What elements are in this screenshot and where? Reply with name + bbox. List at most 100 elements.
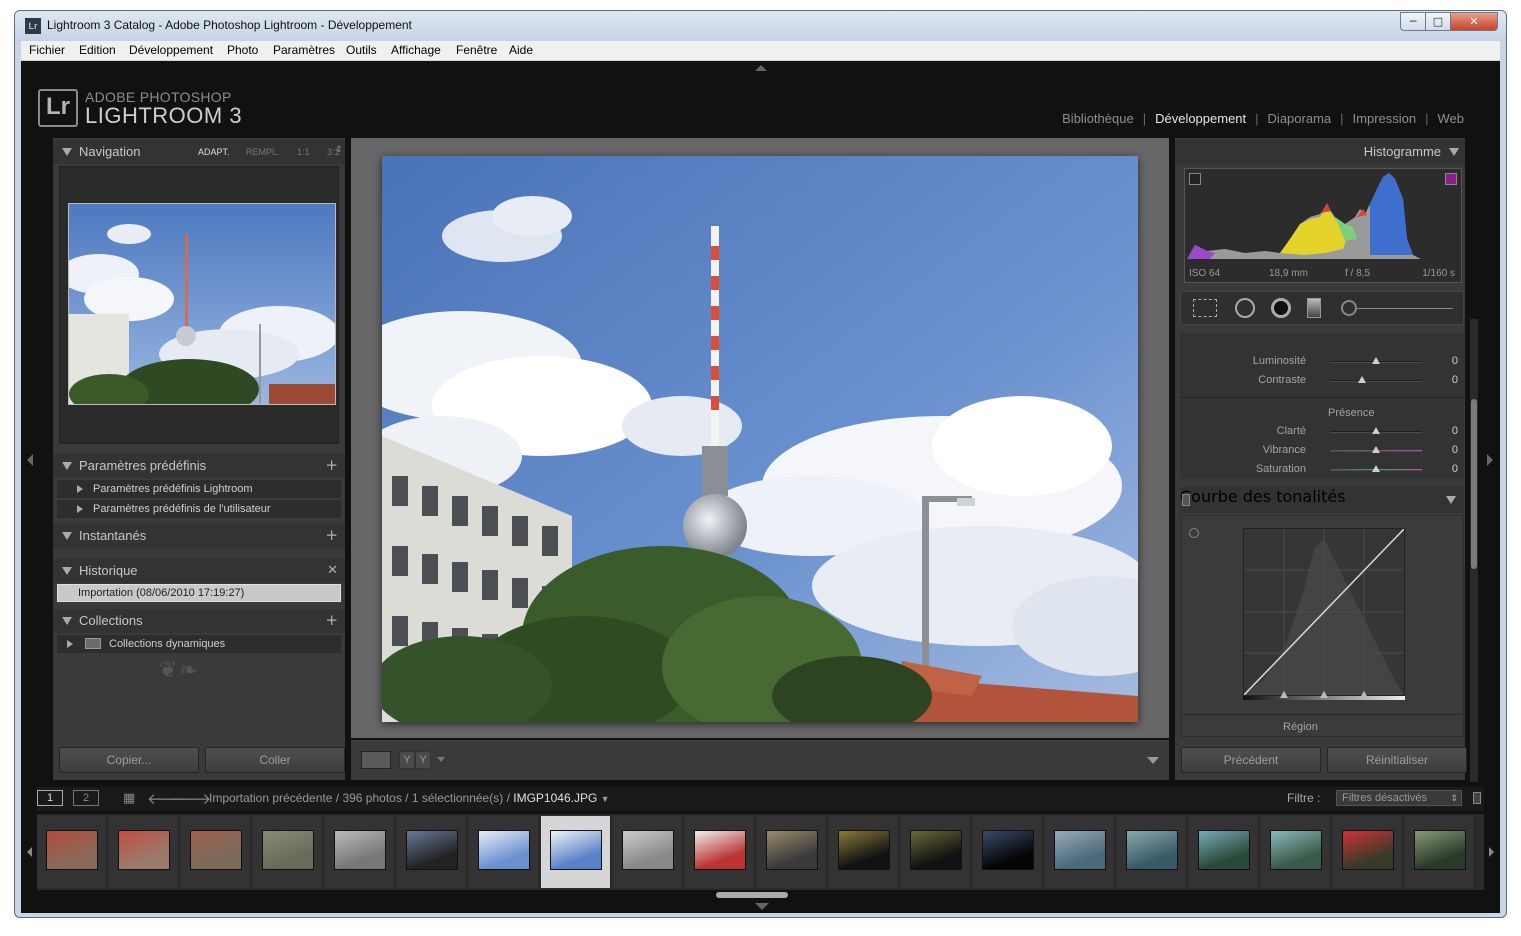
filmstrip-thumbnail[interactable]: [1333, 816, 1403, 888]
target-adjust-icon[interactable]: [1189, 528, 1199, 538]
filmstrip-thumbnail[interactable]: [613, 816, 683, 888]
collapse-triangle-icon[interactable]: [62, 462, 72, 470]
split-midtones-handle-icon[interactable]: [1320, 691, 1328, 698]
bottom-panel-toggle-icon[interactable]: [755, 903, 769, 910]
chevron-down-icon[interactable]: ▼: [601, 794, 610, 804]
menu-parametres[interactable]: Paramètres: [273, 43, 335, 57]
grid-view-icon[interactable]: ▦: [123, 791, 135, 806]
collapse-triangle-icon[interactable]: [62, 148, 72, 156]
expand-triangle-icon[interactable]: [77, 485, 83, 493]
slider-saturation[interactable]: Saturation 0: [1180, 462, 1464, 478]
adjustment-brush-icon[interactable]: [1341, 300, 1357, 316]
right-panel-toggle-icon[interactable]: [1487, 454, 1493, 466]
add-preset-icon[interactable]: +: [325, 456, 338, 474]
filmstrip-thumbnail[interactable]: [181, 816, 251, 888]
loupe-view-button[interactable]: [361, 751, 391, 769]
snapshots-header[interactable]: Instantanés +: [53, 524, 345, 548]
filmstrip-thumbnail[interactable]: [469, 816, 539, 888]
chevron-down-icon[interactable]: [437, 757, 445, 762]
filmstrip-thumbnail[interactable]: [325, 816, 395, 888]
collapse-triangle-icon[interactable]: [62, 617, 72, 625]
crop-tool-icon[interactable]: [1193, 299, 1217, 317]
forward-arrow-icon[interactable]: 🡒: [171, 789, 211, 808]
slider-vibrance[interactable]: Vibrance 0: [1180, 443, 1464, 459]
spot-removal-icon[interactable]: [1235, 298, 1255, 318]
zoom-stepper-icon[interactable]: ⇕: [335, 145, 343, 155]
filmstrip-thumbnail[interactable]: [829, 816, 899, 888]
filter-lock-icon[interactable]: [1473, 792, 1481, 804]
collapse-triangle-icon[interactable]: [62, 567, 72, 575]
minimize-button[interactable]: ─: [1400, 12, 1426, 31]
expand-triangle-icon[interactable]: [67, 640, 73, 648]
collapse-triangle-icon[interactable]: [62, 532, 72, 540]
highlight-clipping-icon[interactable]: [1445, 173, 1457, 185]
expand-triangle-icon[interactable]: [77, 505, 83, 513]
module-impression[interactable]: Impression: [1353, 111, 1417, 126]
filmstrip-thumbnail[interactable]: [37, 816, 107, 888]
slider-track[interactable]: [1330, 380, 1422, 382]
menu-aide[interactable]: Aide: [509, 43, 533, 57]
module-web[interactable]: Web: [1438, 111, 1465, 126]
filmstrip-thumbnail[interactable]: [1405, 816, 1475, 888]
menu-affichage[interactable]: Affichage: [391, 43, 441, 57]
slider-thumb[interactable]: [1372, 357, 1380, 364]
navigator-preview[interactable]: [68, 203, 336, 405]
navigation-header[interactable]: Navigation ADAPT. REMPL. 1:1 3:1 ⇕: [53, 140, 345, 164]
reset-button[interactable]: Réinitialiser: [1327, 747, 1467, 773]
filmstrip-thumbnail[interactable]: [901, 816, 971, 888]
filmstrip-source-path[interactable]: Importation précédente / 396 photos / 1 …: [209, 791, 610, 805]
split-highlights-handle-icon[interactable]: [1360, 691, 1368, 698]
menu-photo[interactable]: Photo: [227, 43, 258, 57]
add-snapshot-icon[interactable]: +: [325, 526, 338, 544]
module-diaporama[interactable]: Diaporama: [1268, 111, 1332, 126]
add-collection-icon[interactable]: +: [325, 611, 338, 629]
zoom-fill[interactable]: REMPL.: [246, 147, 280, 157]
before-after-split-icon[interactable]: Y: [415, 751, 431, 769]
histogram[interactable]: ISO 64 18,9 mm f / 8,5 1/160 s: [1184, 168, 1462, 283]
filmstrip-thumbnail[interactable]: [253, 816, 323, 888]
filmstrip-thumbnail[interactable]: [397, 816, 467, 888]
brush-slider-icon[interactable]: [1357, 308, 1453, 309]
filmstrip-thumbnail[interactable]: [1117, 816, 1187, 888]
menu-fichier[interactable]: Fichier: [29, 43, 65, 57]
slider-thumb[interactable]: [1372, 446, 1380, 453]
filmstrip-thumbnail[interactable]: [1261, 816, 1331, 888]
graduated-filter-icon[interactable]: [1307, 298, 1321, 318]
history-step[interactable]: Importation (08/06/2010 17:19:27): [57, 584, 341, 602]
history-header[interactable]: Historique ✕: [53, 559, 345, 583]
filmstrip-thumbnail[interactable]: [685, 816, 755, 888]
menu-outils[interactable]: Outils: [346, 43, 377, 57]
filmstrip-thumbnail[interactable]: [1189, 816, 1259, 888]
module-bibliotheque[interactable]: Bibliothèque: [1062, 111, 1134, 126]
clear-history-icon[interactable]: ✕: [327, 563, 338, 578]
before-after-icon[interactable]: Y: [399, 751, 415, 769]
tone-curve-header[interactable]: Courbe des tonalités: [1180, 487, 1464, 513]
primary-window-button[interactable]: 1: [37, 790, 63, 806]
right-panel-scrollbar[interactable]: [1470, 319, 1478, 782]
split-shadows-handle-icon[interactable]: [1280, 691, 1288, 698]
tone-curve-graph[interactable]: [1243, 528, 1405, 696]
slider-thumb[interactable]: [1372, 427, 1380, 434]
filmstrip-source[interactable]: Importation précédente: [209, 791, 332, 805]
filmstrip-scroll-left-icon[interactable]: [27, 847, 32, 857]
slider-thumb[interactable]: [1358, 376, 1367, 383]
collapse-triangle-icon[interactable]: [1446, 496, 1456, 504]
filter-select[interactable]: Filtres désactivés ⇕: [1336, 790, 1462, 806]
filmstrip-thumbnail[interactable]: [1045, 816, 1115, 888]
filmstrip-thumbnail[interactable]: [109, 816, 179, 888]
maximize-button[interactable]: □: [1425, 12, 1451, 31]
scrollbar-thumb[interactable]: [1471, 399, 1477, 569]
histogram-header[interactable]: Histogramme: [1175, 140, 1465, 164]
shadow-clipping-icon[interactable]: [1189, 173, 1201, 185]
module-developpement[interactable]: Développement: [1155, 111, 1246, 126]
zoom-1-1[interactable]: 1:1: [297, 147, 310, 157]
panel-toggle-switch-icon[interactable]: [1182, 494, 1190, 506]
title-bar[interactable]: Lr Lightroom 3 Catalog - Adobe Photoshop…: [15, 11, 1506, 41]
close-button[interactable]: ✕: [1450, 12, 1498, 31]
filmstrip-scroll-right-icon[interactable]: [1489, 847, 1494, 857]
filmstrip-thumbnail[interactable]: [757, 816, 827, 888]
previous-button[interactable]: Précédent: [1181, 747, 1321, 773]
collection-smart[interactable]: Collections dynamiques: [57, 635, 341, 653]
slider-clarte[interactable]: Clarté 0: [1180, 424, 1464, 440]
toolbar-menu-chevron-icon[interactable]: [1147, 757, 1159, 764]
